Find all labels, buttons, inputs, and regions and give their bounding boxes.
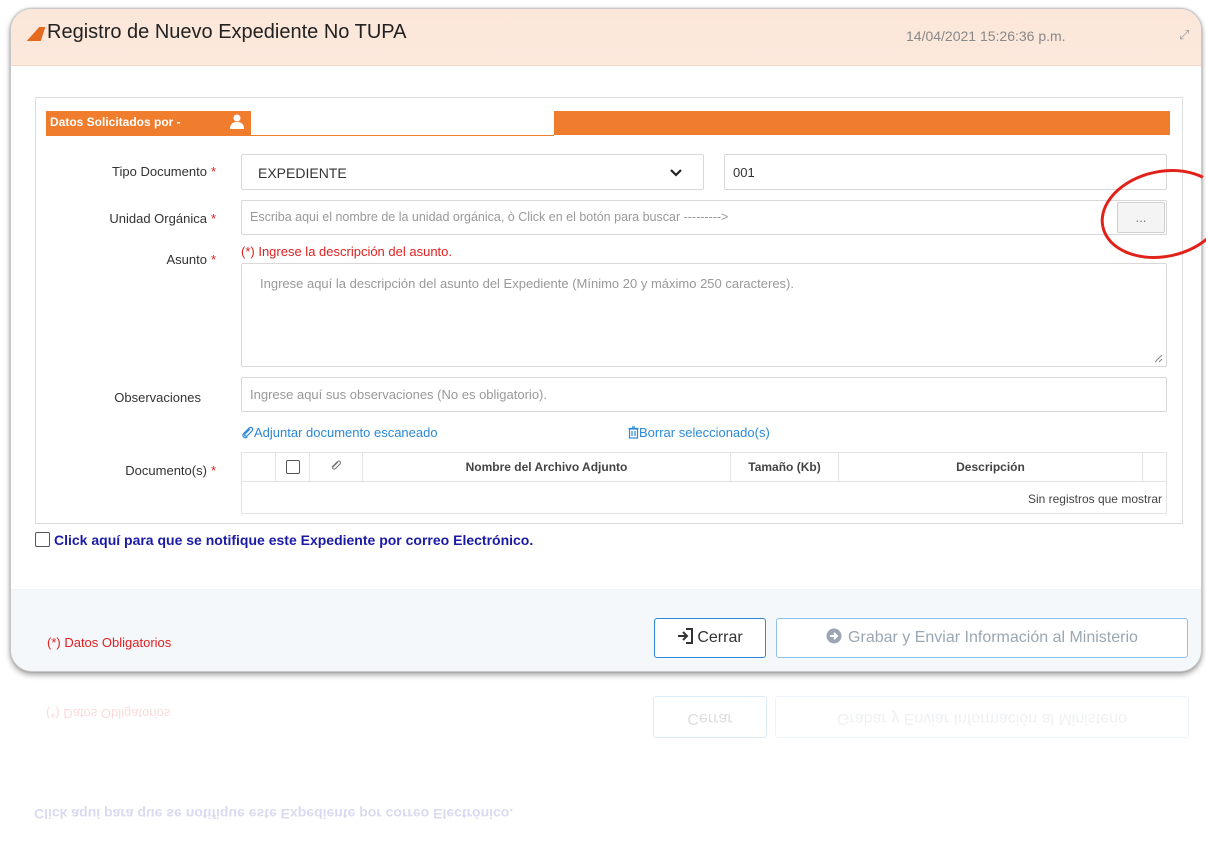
adjuntar-label: Adjuntar documento escaneado [254, 425, 438, 440]
tipo-documento-select[interactable]: EXPEDIENTE [241, 154, 704, 190]
header-datetime: 14/04/2021 15:26:36 p.m. [906, 28, 1066, 44]
arrow-circle-right-icon [826, 628, 842, 644]
observaciones-label: Observaciones [114, 390, 201, 405]
notify-email-label: Click aquí para que se notifique este Ex… [54, 532, 534, 548]
documentos-label: Documento(s) * [125, 463, 216, 478]
asunto-label: Asunto * [166, 252, 216, 267]
borrar-seleccionado-link[interactable]: Borrar seleccionado(s) [628, 425, 770, 440]
asunto-placeholder: Ingrese aquí la descripción del asunto d… [260, 276, 795, 291]
paperclip-icon [242, 426, 254, 439]
unidad-organica-placeholder: Escriba aqui el nombre de la unidad orgá… [250, 210, 729, 224]
attachment-column-icon [310, 453, 363, 481]
grabar-enviar-button[interactable]: Grabar y Enviar Información al Ministeri… [776, 618, 1188, 658]
column-header-tamano[interactable]: Tamaño (Kb) [731, 453, 839, 481]
reflection-cerrar: Cerrar [653, 696, 767, 738]
reflection-required-note: (*) Datos Obligatorios [46, 706, 171, 721]
column-header-nombre[interactable]: Nombre del Archivo Adjunto [363, 453, 731, 481]
expand-icon[interactable]: ⤢ [1179, 27, 1189, 43]
adjuntar-documento-link[interactable]: Adjuntar documento escaneado [241, 425, 438, 440]
section-bar: Datos Solicitados por - [46, 111, 1170, 136]
notify-email-option[interactable]: Click aquí para que se notifique este Ex… [35, 532, 533, 548]
section-tab: Datos Solicitados por - [46, 111, 554, 136]
user-icon [230, 114, 244, 129]
reflection-notify: Click aquí para que se notifique este Ex… [34, 806, 514, 822]
cerrar-label: Cerrar [697, 629, 743, 646]
table-select-all[interactable] [276, 453, 310, 481]
reflection-decoration: (*) Datos Obligatorios Cerrar Grabar y E… [10, 678, 1200, 855]
unidad-organica-input[interactable]: Escriba aqui el nombre de la unidad orgá… [241, 200, 1167, 235]
cerrar-button[interactable]: Cerrar [654, 618, 766, 658]
section-title: Datos Solicitados por - [50, 115, 181, 129]
documents-table: Nombre del Archivo Adjunto Tamaño (Kb) D… [241, 452, 1167, 514]
exit-door-icon [678, 628, 694, 644]
column-header-descripcion[interactable]: Descripción [839, 453, 1143, 481]
unidad-organica-label: Unidad Orgánica * [109, 211, 216, 226]
document-number-field[interactable]: 001 [724, 154, 1167, 190]
dialog-footer: (*) Datos Obligatorios Cerrar Grabar y E… [11, 589, 1201, 671]
observaciones-placeholder: Ingrese aquí sus observaciones (No es ob… [250, 387, 547, 402]
table-empty-message: Sin registros que mostrar [1027, 492, 1162, 506]
resize-handle-icon[interactable] [1154, 354, 1163, 363]
pencil-icon [26, 27, 46, 41]
required-fields-note: (*) Datos Obligatorios [47, 635, 172, 650]
dialog-title: Registro de Nuevo Expediente No TUPA [47, 21, 407, 43]
grabar-enviar-label: Grabar y Enviar Información al Ministeri… [848, 629, 1138, 646]
asunto-textarea[interactable]: Ingrese aquí la descripción del asunto d… [241, 263, 1167, 367]
observaciones-input[interactable]: Ingrese aquí sus observaciones (No es ob… [241, 377, 1167, 412]
dialog-header: Registro de Nuevo Expediente No TUPA 14/… [11, 9, 1201, 66]
reflection-grabar: Grabar y Enviar Información al Ministeri… [775, 696, 1189, 738]
form-panel: Datos Solicitados por - Tipo Documento * … [35, 97, 1183, 524]
table-column-spacer [242, 453, 276, 481]
document-number-value: 001 [733, 165, 755, 180]
trash-icon [628, 426, 639, 439]
select-all-checkbox[interactable] [285, 460, 300, 474]
tipo-documento-label: Tipo Documento * [112, 164, 216, 179]
dialog-window: Registro de Nuevo Expediente No TUPA 14/… [10, 8, 1202, 672]
notify-email-checkbox[interactable] [35, 532, 50, 547]
chevron-down-icon [670, 169, 682, 177]
asunto-hint: (*) Ingrese la descripción del asunto. [241, 244, 453, 259]
borrar-label: Borrar seleccionado(s) [639, 425, 770, 440]
tipo-documento-value: EXPEDIENTE [258, 165, 347, 181]
paperclip-icon [331, 460, 341, 470]
